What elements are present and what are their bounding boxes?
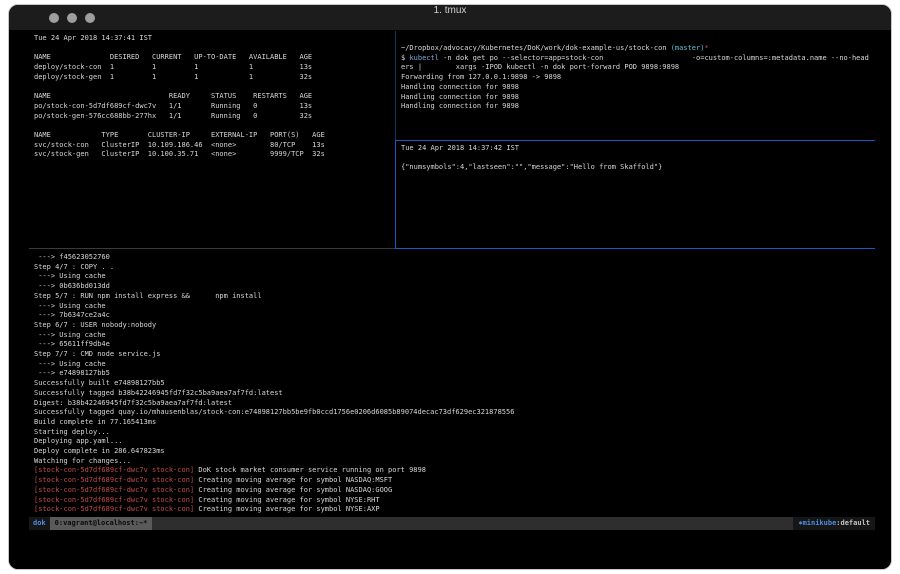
terminal-line: po/stock-gen-576cc688bb-277hx 1/1 Runnin… (34, 112, 396, 122)
terminal-line: svc/stock-gen ClusterIP 10.100.35.71 <no… (34, 150, 396, 160)
terminal-line: ---> Using cache (34, 360, 878, 370)
terminal-line: ---> 7b6347ce2a4c (34, 311, 878, 321)
terminal-line: deploy/stock-gen 1 1 1 1 32s (34, 73, 396, 83)
tmux-terminal[interactable]: Tue 24 Apr 2018 14:37:41 IST NAME DESIRED… (9, 31, 891, 570)
terminal-line: Step 4/7 : COPY . . (34, 263, 878, 273)
terminal-line: $ kubectl -n dok get po --selector=app=s… (401, 54, 877, 64)
terminal-line: ---> Using cache (34, 302, 878, 312)
terminal-line: {"numsymbols":4,"lastseen":"","message":… (401, 163, 877, 173)
terminal-line: [stock-con-5d7df689cf-dwc7v stock-con] C… (34, 505, 878, 515)
terminal-line: Deploy complete in 286.647823ms (34, 447, 878, 457)
terminal-line: ---> e74898127bb5 (34, 369, 878, 379)
terminal-line (34, 83, 396, 93)
pane-border-horizontal-active (395, 248, 875, 249)
terminal-line: Deploying app.yaml... (34, 437, 878, 447)
terminal-line: Handling connection for 9898 (401, 83, 877, 93)
terminal-line: Handling connection for 9898 (401, 93, 877, 103)
terminal-line: po/stock-con-5d7df689cf-dwc7v 1/1 Runnin… (34, 102, 396, 112)
terminal-line: Tue 24 Apr 2018 14:37:42 IST (401, 144, 877, 154)
pane-border-vertical-active (395, 140, 396, 248)
terminal-line: Step 5/7 : RUN npm install express && np… (34, 292, 878, 302)
terminal-line: Successfully tagged b38b42246945fd7f32c5… (34, 389, 878, 399)
terminal-line: ers | xargs -IPOD kubectl -n dok port-fo… (401, 63, 877, 73)
pane-skaffold-build-log[interactable]: ---> f45623052760Step 4/7 : COPY . . ---… (34, 253, 878, 515)
terminal-line: Forwarding from 127.0.0.1:9898 -> 9898 (401, 73, 877, 83)
pane-border-horizontal-right (395, 140, 875, 141)
terminal-line: deploy/stock-con 1 1 1 1 13s (34, 63, 396, 73)
terminal-line: ---> 65611ff9db4e (34, 340, 878, 350)
status-bar-spacer (152, 517, 793, 530)
terminal-line: [stock-con-5d7df689cf-dwc7v stock-con] C… (34, 476, 878, 486)
pane-kubectl-resources[interactable]: Tue 24 Apr 2018 14:37:41 IST NAME DESIRED… (34, 34, 396, 246)
terminal-line: Starting deploy... (34, 428, 878, 438)
terminal-line: NAME DESIRED CURRENT UP-TO-DATE AVAILABL… (34, 53, 396, 63)
window-tab-current[interactable]: 0:vagrant@localhost:~* (50, 517, 153, 530)
terminal-line: Step 6/7 : USER nobody:nobody (34, 321, 878, 331)
terminal-line: NAME TYPE CLUSTER-IP EXTERNAL-IP PORT(S)… (34, 131, 396, 141)
terminal-line (34, 121, 396, 131)
terminal-line: Build complete in 77.165413ms (34, 418, 878, 428)
terminal-line: ---> Using cache (34, 272, 878, 282)
window-title: 1. tmux (9, 5, 891, 31)
window-titlebar[interactable]: 1. tmux (9, 5, 891, 31)
terminal-line: [stock-con-5d7df689cf-dwc7v stock-con] D… (34, 466, 878, 476)
terminal-line: Digest: b38b42246945fd7f32c5ba9aea7af7fd… (34, 399, 878, 409)
terminal-line (401, 154, 877, 164)
pane-port-forward[interactable]: ~/Dropbox/advocacy/Kubernetes/DoK/work/d… (401, 44, 877, 136)
terminal-line (34, 44, 396, 54)
terminal-line: Step 7/7 : CMD node service.js (34, 350, 878, 360)
kube-context-label: minikube (803, 519, 837, 527)
terminal-line: [stock-con-5d7df689cf-dwc7v stock-con] C… (34, 486, 878, 496)
terminal-line: ---> Using cache (34, 331, 878, 341)
pane-border-vertical-top (395, 31, 396, 140)
terminal-line: Successfully tagged quay.io/mhausenblas/… (34, 408, 878, 418)
terminal-line: ---> f45623052760 (34, 253, 878, 263)
terminal-line: Successfully built e74898127bb5 (34, 379, 878, 389)
status-bar-right: ⎈minikube:default (793, 517, 875, 530)
pane-border-horizontal-left (29, 248, 395, 249)
tmux-status-bar: dok 0:vagrant@localhost:~* ⎈minikube:def… (29, 517, 875, 530)
terminal-line: Tue 24 Apr 2018 14:37:41 IST (34, 34, 396, 44)
terminal-line: [stock-con-5d7df689cf-dwc7v stock-con] C… (34, 496, 878, 506)
terminal-line: Watching for changes... (34, 457, 878, 467)
pane-service-response[interactable]: Tue 24 Apr 2018 14:37:42 IST {"numsymbols… (401, 144, 877, 242)
terminal-line: NAME READY STATUS RESTARTS AGE (34, 92, 396, 102)
terminal-line: ~/Dropbox/advocacy/Kubernetes/DoK/work/d… (401, 44, 877, 54)
terminal-line: ---> 0b636bd013dd (34, 282, 878, 292)
terminal-line: Handling connection for 9898 (401, 102, 877, 112)
session-name: dok (29, 517, 50, 530)
terminal-line: svc/stock-con ClusterIP 10.109.186.46 <n… (34, 141, 396, 151)
kube-namespace-label: :default (836, 519, 870, 527)
terminal-window: 1. tmux Tue 24 Apr 2018 14:37:41 IST NAME… (8, 4, 892, 570)
